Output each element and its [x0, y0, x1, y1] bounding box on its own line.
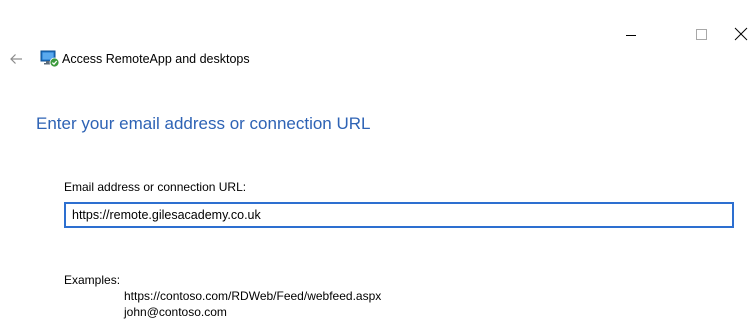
examples-label: Examples: — [64, 273, 121, 287]
maximize-icon — [695, 29, 707, 40]
email-or-url-input[interactable] — [64, 202, 734, 228]
page-heading: Enter your email address or connection U… — [36, 114, 371, 133]
window-title: Access RemoteApp and desktops — [62, 52, 250, 66]
close-button[interactable] — [718, 20, 752, 50]
back-arrow-icon[interactable] — [8, 51, 24, 67]
remoteapp-icon — [40, 50, 60, 68]
example-url: https://contoso.com/RDWeb/Feed/webfeed.a… — [124, 289, 382, 303]
remoteapp-window: Access RemoteApp and desktops Enter your… — [0, 0, 752, 324]
url-field-label: Email address or connection URL: — [64, 180, 247, 194]
minimize-button[interactable] — [608, 20, 654, 50]
example-email: john@contoso.com — [124, 305, 227, 319]
close-icon — [734, 27, 748, 41]
minimize-icon — [626, 35, 636, 36]
